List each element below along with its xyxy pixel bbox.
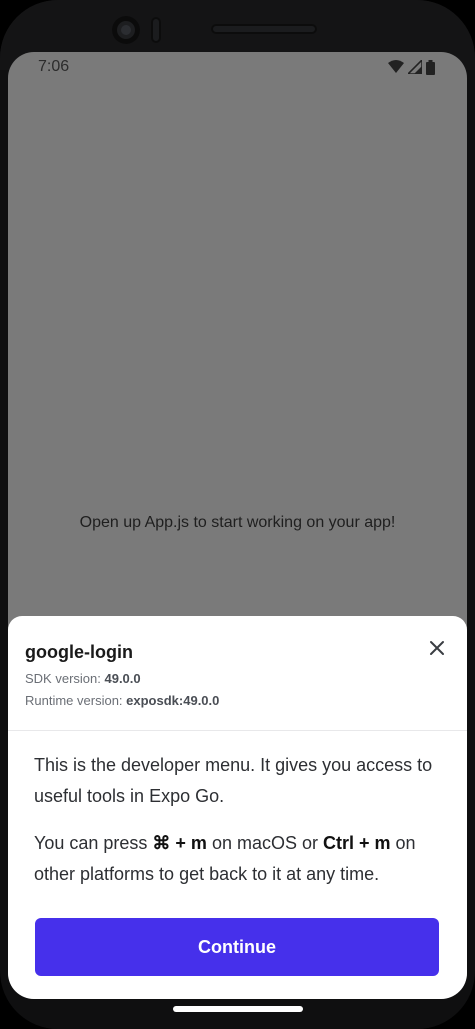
- status-time: 7:06: [38, 58, 70, 75]
- home-indicator[interactable]: [173, 1006, 303, 1012]
- proximity-sensor-icon: [151, 17, 161, 43]
- front-camera-icon: [112, 16, 140, 44]
- close-icon: [430, 641, 444, 655]
- phone-frame: 7:06 Open up App.js to start working on …: [0, 0, 475, 1029]
- mac-shortcut-key: ⌘ + m: [152, 833, 207, 853]
- shortcut-text-2: on macOS or: [206, 833, 323, 853]
- sdk-version: SDK version: 49.0.0: [25, 671, 141, 686]
- shortcut-text-1: You can press: [34, 833, 153, 853]
- screen: 7:06 Open up App.js to start working on …: [8, 52, 467, 999]
- earpiece-speaker-icon: [211, 24, 317, 34]
- runtime-version-value: exposdk:49.0.0: [126, 693, 220, 708]
- intro-paragraph: This is the developer menu. It gives you…: [34, 755, 433, 806]
- runtime-version-label: Runtime version:: [25, 693, 127, 708]
- app-placeholder-text: Open up App.js to start working on your …: [79, 514, 396, 531]
- dev-menu-header: google-login SDK version: 49.0.0 Runtime…: [8, 616, 467, 731]
- close-button[interactable]: [425, 636, 449, 660]
- cellular-signal-icon: [408, 60, 422, 74]
- dev-menu-description: This is the developer menu. It gives you…: [34, 750, 454, 906]
- shortcut-paragraph: You can press ⌘ + m on macOS or Ctrl + m…: [34, 828, 454, 890]
- continue-button[interactable]: Continue: [35, 918, 439, 976]
- navigation-bar: [0, 999, 475, 1029]
- app-name: google-login: [25, 642, 133, 662]
- developer-menu-sheet: google-login SDK version: 49.0.0 Runtime…: [8, 616, 467, 999]
- other-shortcut-key: Ctrl + m: [323, 833, 391, 853]
- runtime-version: Runtime version: exposdk:49.0.0: [25, 693, 219, 708]
- sdk-version-label: SDK version:: [25, 671, 105, 686]
- battery-icon: [426, 59, 435, 75]
- status-bar: 7:06: [8, 52, 467, 82]
- sdk-version-value: 49.0.0: [104, 671, 141, 686]
- status-icons: [388, 59, 435, 75]
- wifi-icon: [388, 60, 404, 73]
